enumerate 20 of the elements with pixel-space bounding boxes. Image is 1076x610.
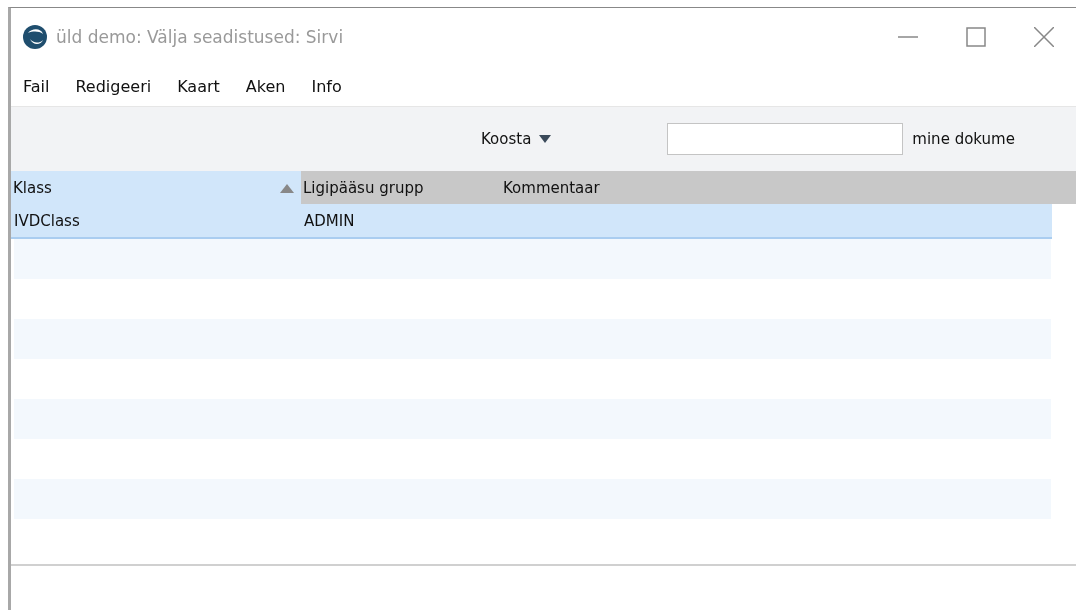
search-label: mine dokume: [912, 130, 1016, 148]
menu-item[interactable]: Fail: [23, 76, 50, 96]
menu-item[interactable]: Aken: [245, 76, 286, 96]
app-logo-icon: [22, 24, 48, 50]
table-row[interactable]: IVDClass ADMIN: [11, 204, 1052, 239]
table-cell-text: ADMIN: [303, 211, 356, 230]
sort-ascending-icon: [278, 182, 296, 193]
koosta-dropdown-button[interactable]: Koosta: [477, 128, 556, 150]
column-header[interactable]: Ligipääsu grupp: [301, 171, 501, 204]
window-title: üld demo: Välja seadistused: Sirvi: [56, 27, 345, 47]
column-header[interactable]: Klass: [11, 171, 301, 204]
menu-item[interactable]: Redigeeri: [75, 76, 152, 96]
close-icon[interactable]: [1034, 27, 1054, 47]
caret-icon: [539, 135, 552, 143]
maximize-icon[interactable]: [966, 27, 986, 47]
menu-item[interactable]: Kaart: [177, 76, 220, 96]
table-cell-text: IVDClass: [13, 211, 81, 230]
search-field[interactable]: [667, 123, 904, 155]
menu-item[interactable]: Info: [311, 76, 342, 96]
column-header[interactable]: Kommentaar: [501, 171, 600, 204]
